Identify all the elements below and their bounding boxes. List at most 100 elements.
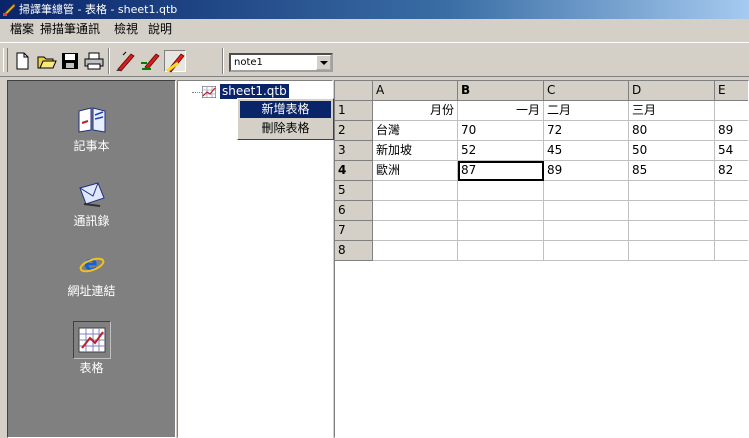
grid-cell[interactable]: 台灣: [373, 121, 458, 141]
toolbar-separator: [108, 48, 110, 74]
grid-cell[interactable]: [629, 201, 715, 221]
grid-cell[interactable]: 87: [458, 161, 544, 181]
grid-cell[interactable]: [373, 181, 458, 201]
row-header[interactable]: 2: [335, 121, 373, 141]
save-button[interactable]: [59, 50, 81, 72]
grid-cell[interactable]: 52: [458, 141, 544, 161]
grid-cell[interactable]: [544, 181, 629, 201]
row-header[interactable]: 4: [335, 161, 373, 181]
grid-cell[interactable]: [458, 241, 544, 261]
grid-cell[interactable]: [715, 181, 748, 201]
open-folder-icon: [37, 56, 57, 69]
grid-cell[interactable]: [629, 221, 715, 241]
grid-cell[interactable]: 82: [715, 161, 748, 181]
sidebar-item-links[interactable]: e 網址連結: [8, 248, 175, 299]
grid-cell[interactable]: [544, 201, 629, 221]
grid-cell[interactable]: [715, 201, 748, 221]
column-header-d[interactable]: D: [629, 81, 715, 101]
menu-help[interactable]: 說明: [146, 21, 174, 38]
grid-cell[interactable]: 85: [629, 161, 715, 181]
grid-cell[interactable]: [458, 221, 544, 241]
mail-icon: [78, 182, 105, 207]
app-icon: [3, 3, 16, 16]
grid-cell[interactable]: 45: [544, 141, 629, 161]
row-header[interactable]: 5: [335, 181, 373, 201]
pen-red-icon: [116, 51, 135, 72]
tree-connector: [192, 92, 202, 93]
column-header-b[interactable]: B: [458, 81, 544, 101]
grid-cell[interactable]: [629, 241, 715, 261]
menu-pen-communication[interactable]: 掃描筆通訊: [38, 21, 102, 38]
grid-cell[interactable]: 72: [544, 121, 629, 141]
row-header[interactable]: 8: [335, 241, 373, 261]
grid-cell[interactable]: [458, 201, 544, 221]
grid-cell[interactable]: 89: [544, 161, 629, 181]
row-header[interactable]: 7: [335, 221, 373, 241]
notebook-icon: [78, 107, 105, 133]
grid-cell[interactable]: [715, 221, 748, 241]
open-button[interactable]: [36, 50, 58, 72]
sidebar-item-label: 網址連結: [67, 284, 116, 298]
sidebar-item-spreadsheet[interactable]: 表格: [8, 321, 175, 376]
grid-cell[interactable]: [373, 201, 458, 221]
grid-cell[interactable]: [629, 181, 715, 201]
grid-cell[interactable]: 80: [629, 121, 715, 141]
toolbar: note1: [0, 42, 749, 77]
grid-cell[interactable]: 89: [715, 121, 748, 141]
tree-node-label[interactable]: sheet1.qtb: [220, 84, 289, 99]
row-header[interactable]: 6: [335, 201, 373, 221]
save-icon: [62, 53, 78, 69]
sidebar-item-label: 記事本: [73, 139, 110, 153]
context-menu: 新增表格 刪除表格: [237, 98, 334, 140]
grid-cell[interactable]: 三月: [629, 101, 715, 121]
toolbar-separator: [222, 48, 224, 74]
grid-cell[interactable]: 54: [715, 141, 748, 161]
grid-cell[interactable]: 二月: [544, 101, 629, 121]
grid-cell[interactable]: [373, 241, 458, 261]
row-header[interactable]: 1: [335, 101, 373, 121]
new-file-button[interactable]: [11, 50, 33, 72]
grid-cell[interactable]: [544, 241, 629, 261]
note-select[interactable]: note1: [229, 53, 333, 72]
menu-view[interactable]: 檢視: [112, 21, 140, 38]
toolbar-grip[interactable]: [3, 48, 8, 72]
grid-cell[interactable]: [715, 241, 748, 261]
spreadsheet-grid[interactable]: A B C D E 1 月份 一月 二月 三月 2 台灣 70 72 80 89 3 新加坡 52 45 50…: [334, 80, 749, 438]
column-header-a[interactable]: A: [373, 81, 458, 101]
grid-cell[interactable]: 月份: [373, 101, 458, 121]
print-icon: [84, 52, 104, 70]
sidebar-item-notebook[interactable]: 記事本: [8, 103, 175, 154]
menu-bar: 檔案 掃描筆通訊 檢視 說明: [0, 19, 749, 40]
row-header[interactable]: 3: [335, 141, 373, 161]
ie-link-icon: e: [79, 251, 104, 275]
pen-red-button[interactable]: [114, 50, 136, 72]
column-header-c[interactable]: C: [544, 81, 629, 101]
pen-delete-icon: [141, 53, 160, 70]
sheet-file-icon: [202, 86, 216, 98]
grid-cell[interactable]: 50: [629, 141, 715, 161]
note-select-value: note1: [234, 57, 263, 68]
sidebar-item-label: 通訊錄: [73, 214, 110, 228]
grid-cell[interactable]: 歐洲: [373, 161, 458, 181]
grid-cell[interactable]: [373, 221, 458, 241]
column-header-e[interactable]: E: [715, 81, 748, 101]
window-title: 掃譯筆總管 - 表格 - sheet1.qtb: [19, 3, 178, 16]
grid-cell[interactable]: [458, 181, 544, 201]
menu-file[interactable]: 檔案: [8, 21, 36, 38]
pen-delete-button[interactable]: [139, 50, 161, 72]
pen-highlight-button[interactable]: [164, 50, 186, 73]
print-button[interactable]: [83, 50, 105, 72]
delete-sheet-menu-item[interactable]: 刪除表格: [240, 120, 331, 137]
title-bar: 掃譯筆總管 - 表格 - sheet1.qtb: [0, 0, 749, 19]
sidebar-item-contacts[interactable]: 通訊錄: [8, 178, 175, 229]
grid-corner[interactable]: [335, 81, 373, 101]
active-indicator: [72, 321, 111, 359]
grid-cell[interactable]: 70: [458, 121, 544, 141]
grid-cell[interactable]: [544, 221, 629, 241]
grid-cell[interactable]: 一月: [458, 101, 544, 121]
grid-cell[interactable]: [715, 101, 748, 121]
dropdown-arrow-icon[interactable]: [316, 55, 331, 70]
new-sheet-menu-item[interactable]: 新增表格: [240, 101, 331, 118]
pen-highlight-icon: [166, 53, 185, 73]
grid-cell[interactable]: 新加坡: [373, 141, 458, 161]
